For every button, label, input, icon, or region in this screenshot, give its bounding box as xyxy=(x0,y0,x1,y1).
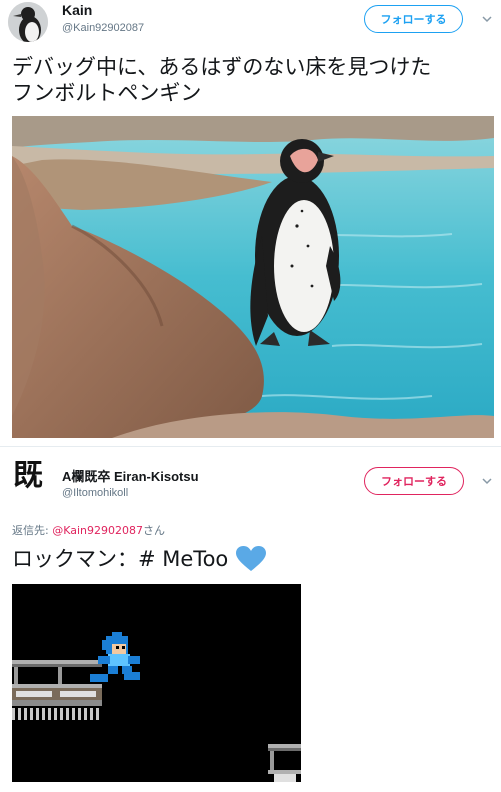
reply-handle-link[interactable]: @Kain92902087 xyxy=(52,524,143,537)
avatar[interactable] xyxy=(8,2,48,42)
follow-button[interactable]: フォローする xyxy=(364,467,464,495)
avatar-glyph: 既 xyxy=(13,458,43,493)
author-handle[interactable]: @Iltomohikoll xyxy=(62,487,128,499)
follow-button[interactable]: フォローする xyxy=(364,5,463,33)
author-name[interactable]: A欄既卒 Eiran-Kisotsu xyxy=(62,466,199,485)
reply-prefix: 返信先: xyxy=(12,524,53,537)
follow-button-label: フォローする xyxy=(381,475,447,488)
tweet-text: デバッグ中に、あるはずのない床を見つけた フンボルトペンギン xyxy=(12,54,492,106)
reply-suffix: さん xyxy=(142,524,165,537)
megaman-game-image xyxy=(12,584,301,782)
author-name[interactable]: Kain xyxy=(62,2,92,18)
heart-icon xyxy=(236,546,267,571)
tweet-divider xyxy=(0,446,501,447)
tweet-text-line: フンボルトペンギン xyxy=(12,81,202,105)
penguin-avatar-icon xyxy=(8,2,48,42)
avatar[interactable]: 既 xyxy=(8,456,48,496)
tweet-photo[interactable] xyxy=(12,116,494,438)
reply-context: 返信先: @Kain92902087さん xyxy=(12,522,165,538)
penguin-photo-image xyxy=(12,116,494,438)
tweet-text: ロックマン：# MeToo xyxy=(12,546,267,572)
author-handle[interactable]: @Kain92902087 xyxy=(62,22,144,34)
chevron-down-icon[interactable] xyxy=(482,14,492,24)
tweet-text-line: デバッグ中に、あるはずのない床を見つけた xyxy=(12,55,432,79)
tweet-photo[interactable] xyxy=(12,584,301,782)
tweet-text-line: ロックマン：# MeToo xyxy=(12,547,229,571)
chevron-down-icon[interactable] xyxy=(482,476,492,486)
follow-button-label: フォローする xyxy=(380,13,447,26)
